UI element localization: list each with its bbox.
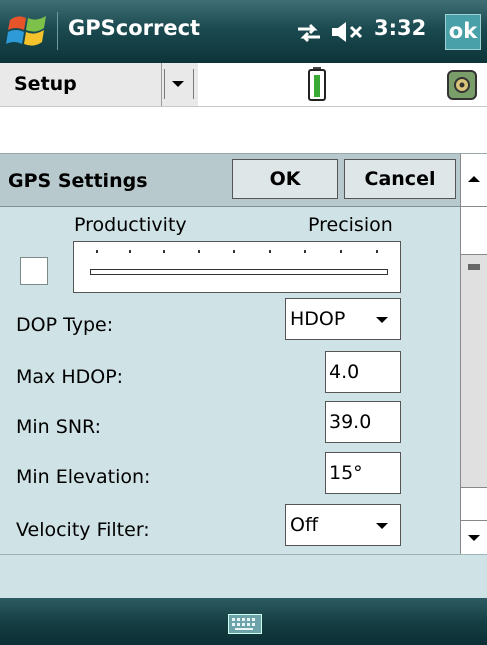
min-elevation-input[interactable]: 15° [325, 452, 401, 494]
velocity-filter-select[interactable]: Off [285, 504, 401, 546]
blank-row [0, 107, 487, 154]
menu-bar: Setup [0, 63, 487, 107]
vertical-scrollbar[interactable] [460, 154, 487, 568]
keyboard-icon[interactable] [228, 614, 262, 634]
cancel-button[interactable]: Cancel [344, 159, 456, 199]
setup-menu-button[interactable]: Setup [0, 63, 162, 106]
chevron-down-icon [376, 317, 388, 323]
title-separator [57, 12, 58, 50]
productivity-precision-slider[interactable] [73, 241, 401, 293]
ok-close-button[interactable]: ok [445, 14, 481, 50]
slider-label-productivity: Productivity [74, 214, 187, 236]
max-hdop-label: Max HDOP: [16, 366, 124, 388]
app-title: GPScorrect [68, 16, 201, 40]
battery-icon [308, 67, 326, 101]
max-hdop-input[interactable]: 4.0 [325, 351, 401, 393]
min-snr-input[interactable]: 39.0 [325, 401, 401, 443]
ok-button[interactable]: OK [232, 159, 338, 199]
gps-settings-panel: GPS Settings OK Cancel Productivity Prec… [0, 154, 460, 554]
scroll-grip-icon [468, 264, 480, 270]
min-elevation-label: Min Elevation: [16, 466, 151, 488]
scroll-up-button[interactable] [461, 154, 487, 207]
setup-dropdown-arrow[interactable] [164, 69, 194, 99]
scroll-down-button[interactable] [461, 520, 487, 556]
dop-type-select[interactable]: HDOP [285, 298, 401, 340]
min-snr-label: Min SNR: [16, 416, 102, 438]
dop-type-value: HDOP [290, 308, 346, 330]
chevron-down-icon [376, 523, 388, 529]
custom-settings-checkbox[interactable] [20, 257, 48, 285]
scroll-thumb[interactable] [461, 254, 487, 488]
velocity-filter-value: Off [290, 514, 319, 536]
slider-ticks [96, 250, 378, 253]
dop-type-label: DOP Type: [16, 314, 114, 336]
slider-label-precision: Precision [308, 214, 393, 236]
gps-settings-icon[interactable] [446, 69, 478, 101]
panel-header: GPS Settings OK Cancel [0, 154, 460, 207]
volume-muted-icon[interactable] [330, 20, 368, 44]
soft-key-bar [0, 598, 487, 645]
title-bar: GPScorrect 3:32 ok [0, 0, 487, 63]
panel-title: GPS Settings [8, 170, 148, 192]
velocity-filter-label: Velocity Filter: [16, 519, 150, 541]
sync-icon[interactable] [296, 22, 322, 44]
status-strip [0, 554, 487, 599]
clock[interactable]: 3:32 [374, 16, 426, 40]
windows-start-icon[interactable] [6, 8, 50, 52]
slider-track[interactable] [90, 269, 388, 275]
